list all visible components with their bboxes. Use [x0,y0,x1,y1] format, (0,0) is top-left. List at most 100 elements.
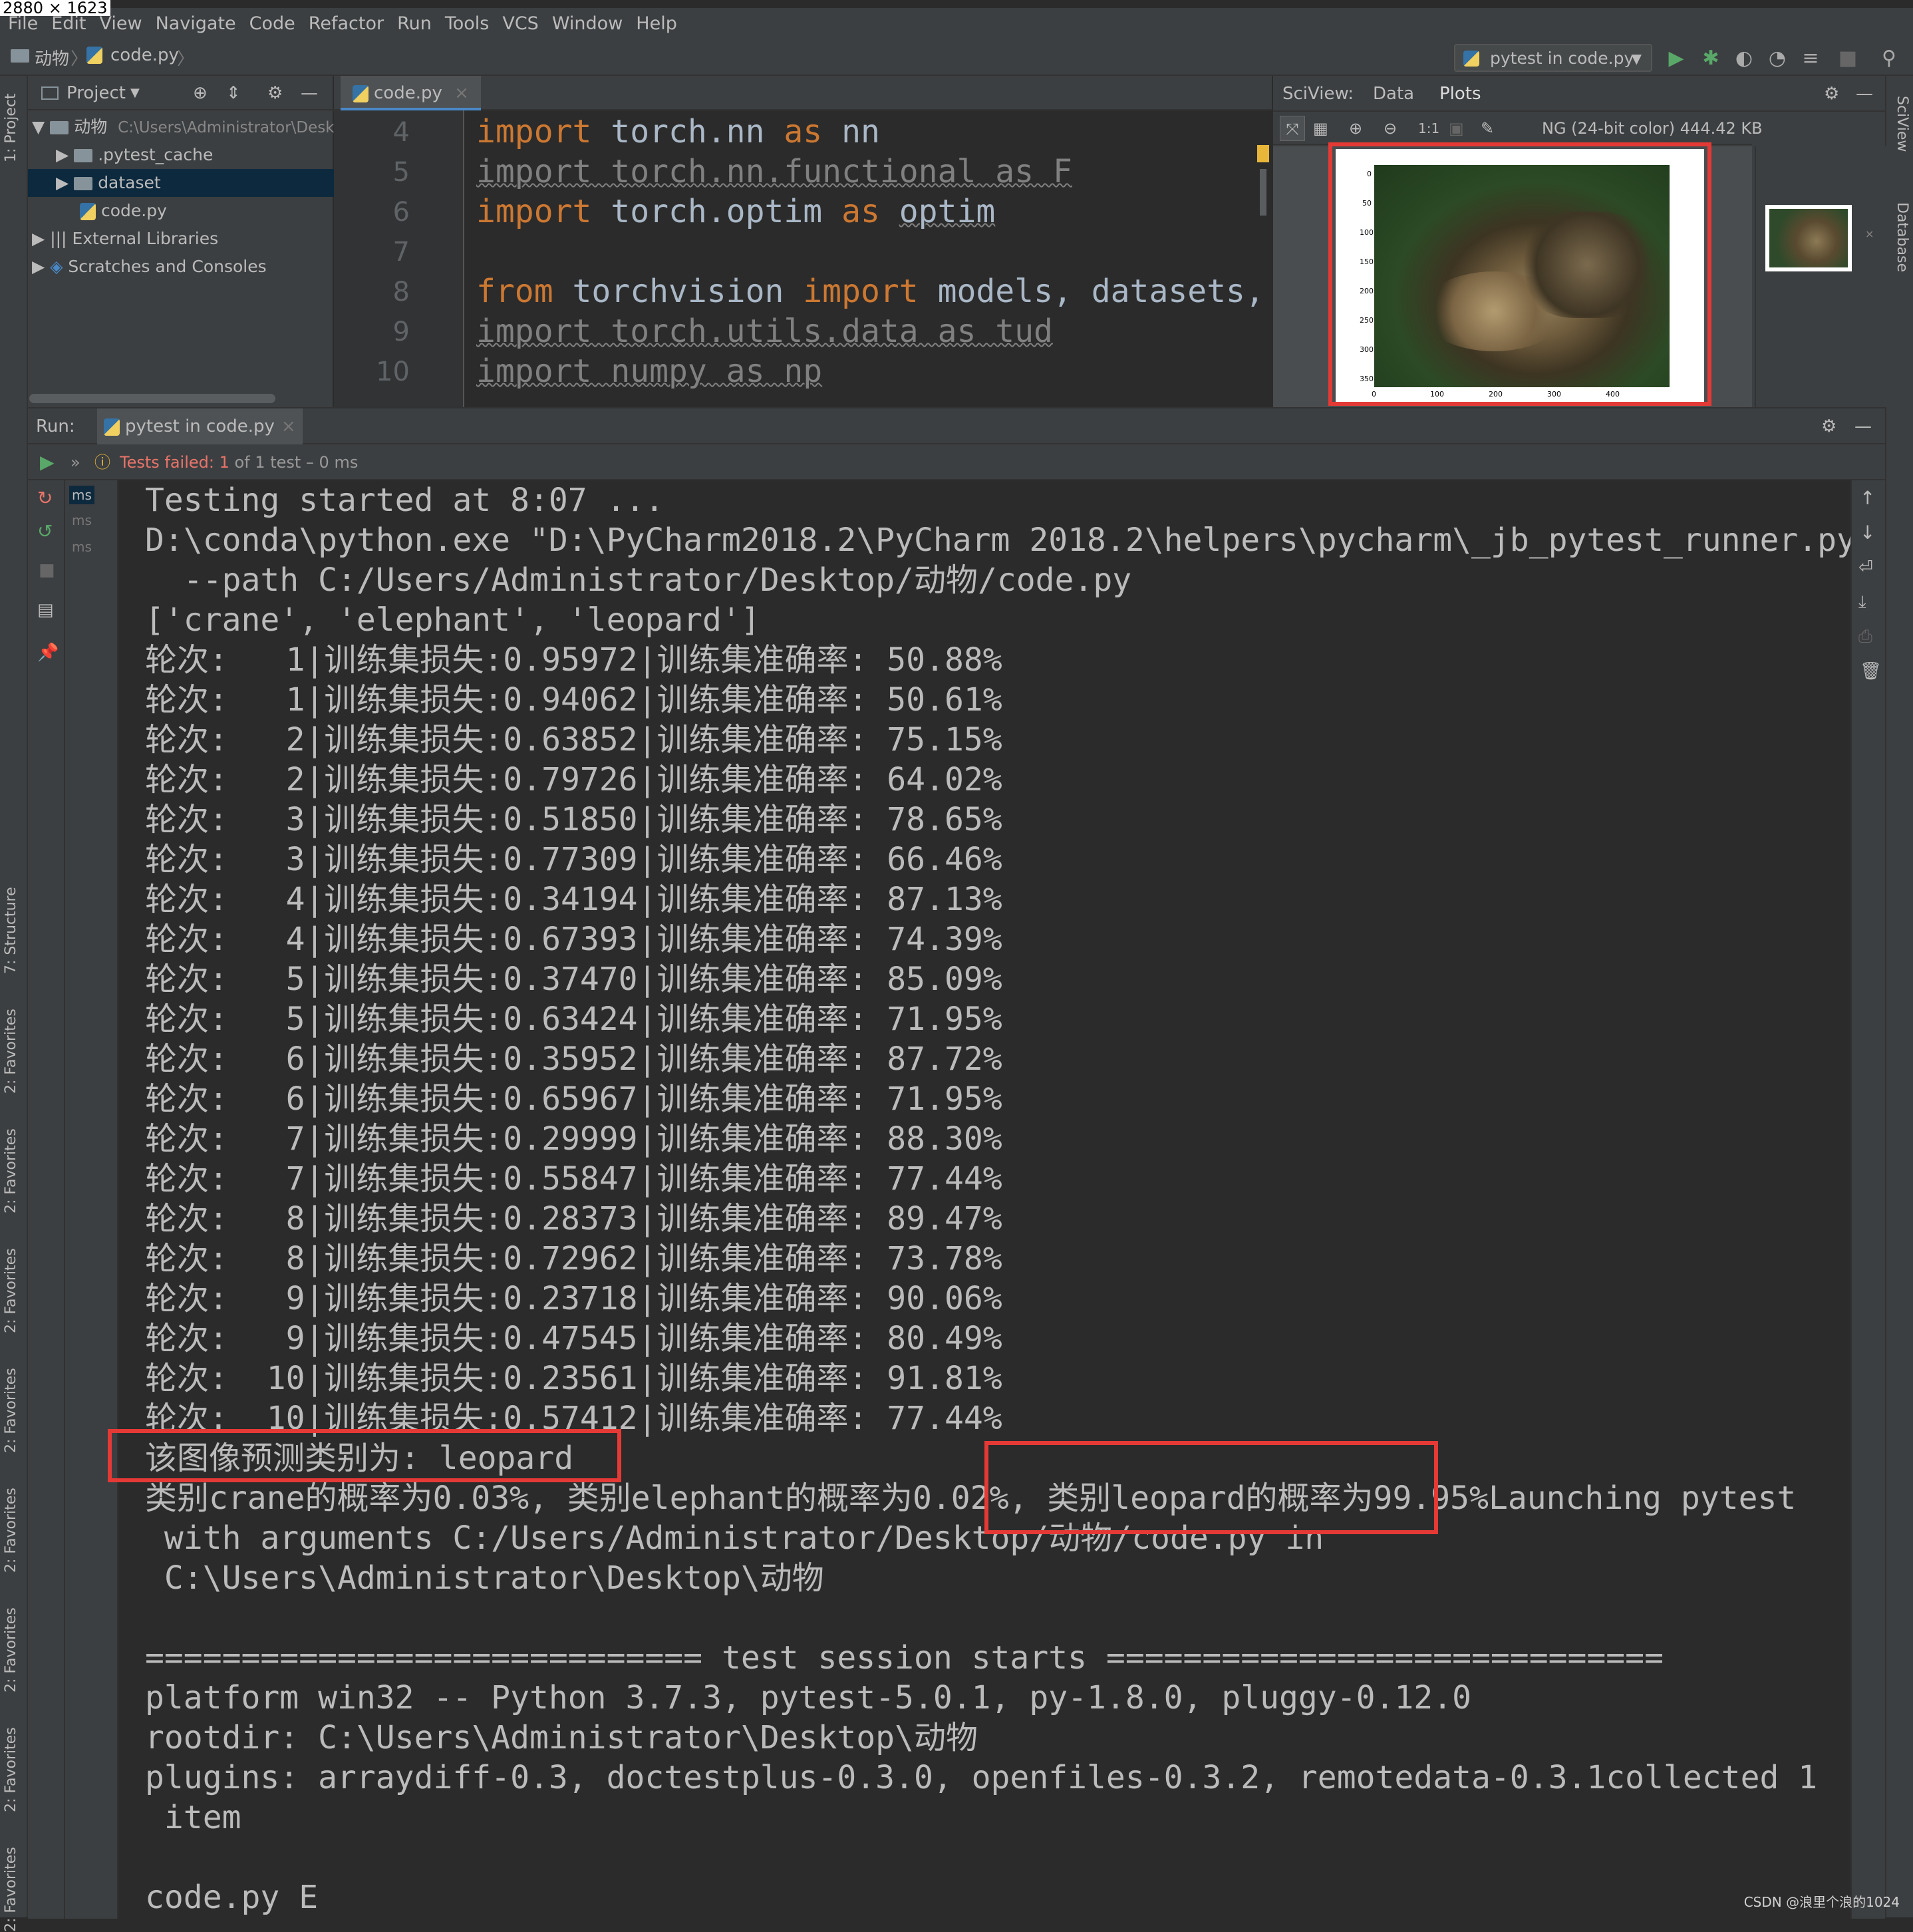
locate-icon[interactable]: ⊕ [193,76,208,110]
tree-item-dataset[interactable]: ▶ dataset [28,169,334,197]
editor-tab-code-py[interactable]: code.py × [341,76,481,110]
run-icon[interactable]: ▶ [1663,45,1690,72]
project-panel: Project ▼ ⊕ ⇕ ⚙ — ▼ 动物 C:\Users\Administ… [28,76,334,407]
tree-item-scratches[interactable]: ▶ ◈ Scratches and Consoles [28,253,334,281]
collapse-all-icon[interactable]: ⇕ [226,76,241,110]
sciview-toolbar: ⤧ ▦ ⊕ ⊖ 1:1 ▣ ✎ NG (24-bit color) 444.42… [1273,112,1763,145]
coverage-icon[interactable]: ◐ [1731,45,1757,72]
close-icon[interactable]: × [1865,228,1874,240]
rerun-icon[interactable]: ▶ [40,444,55,480]
tree-item-external-libraries[interactable]: ▶ ||| External Libraries [28,225,334,253]
minimize-icon[interactable]: — [1856,76,1873,112]
project-tool-button[interactable]: 1: Project [3,93,19,162]
zoom-in-icon[interactable]: ⊕ [1349,112,1362,145]
expand-icon[interactable]: » [71,444,80,480]
menu-vcs[interactable]: VCS [502,13,538,34]
tree-item-root[interactable]: ▼ 动物 C:\Users\Administrator\Desk [28,113,334,141]
breadcrumb-file[interactable]: code.py [110,45,179,65]
tree-item-code-py[interactable]: code.py [28,197,334,225]
favorites-tool-button[interactable]: 2: Favorites [3,1248,19,1333]
trash-icon[interactable]: 🗑 [1860,661,1882,681]
fit-icon[interactable]: ⤧ [1280,116,1305,141]
minimize-icon[interactable]: — [1854,408,1872,444]
chevron-right-icon: ▶ [32,257,51,276]
arrow-down-icon[interactable]: ↓ [1860,522,1875,544]
pin-icon[interactable]: 📌 [37,643,59,663]
run-tab-pytest[interactable]: pytest in code.py × [97,408,303,444]
gear-icon[interactable]: ⚙ [267,76,283,110]
menu-help[interactable]: Help [636,13,677,34]
warning-marker[interactable] [1257,145,1269,162]
toggle-auto-test-icon[interactable]: ↺ [37,520,53,542]
python-file-icon [80,203,96,220]
gear-icon[interactable]: ⚙ [1821,408,1837,444]
console-line: 轮次: 2|训练集损失:0.63852|训练集准确率: 75.15% [145,721,1002,758]
code-line: import torch.nn as nn [476,113,880,150]
debug-icon[interactable]: ✱ [1697,45,1724,72]
tree-item-label: External Libraries [72,229,219,248]
chevron-down-icon[interactable]: ▼ [130,76,140,110]
rerun-failed-icon[interactable]: ↻ [37,487,53,509]
color-picker-icon[interactable]: ✎ [1481,112,1494,145]
search-icon[interactable]: ⚲ [1876,45,1902,72]
plot-thumbnail[interactable] [1765,205,1852,271]
console-line: 轮次: 7|训练集损失:0.55847|训练集准确率: 77.44% [145,1160,1002,1198]
menu-window[interactable]: Window [552,13,623,34]
screen-size-label: 2880 × 1623 [0,0,110,16]
arrow-up-icon[interactable]: ↑ [1860,487,1875,509]
concurrency-icon[interactable]: ≡ [1797,45,1824,72]
menu-run[interactable]: Run [397,13,432,34]
menu-tools[interactable]: Tools [445,13,490,34]
grid-icon[interactable]: ▦ [1313,112,1328,145]
soft-wrap-icon[interactable]: ⏎ [1858,558,1873,577]
close-icon[interactable]: × [281,416,296,436]
run-side-toolbar: ↻ ↺ ■ ▤ 📌 [28,480,65,1919]
breadcrumb-separator-icon: 〉 [71,49,88,69]
chevron-down-icon: ▼ [32,117,51,136]
sciview-header: SciView: Data Plots ⚙ — [1273,76,1886,112]
favorites-tool-button[interactable]: 2: Favorites [3,1128,19,1213]
stop-icon[interactable]: ■ [39,560,55,580]
sciview-tool-button[interactable]: SciView [1894,96,1910,152]
console-line: Testing started at 8:07 ... [145,482,664,519]
tree-item-label: code.py [101,201,167,220]
warning-icon: ⓘ [94,453,110,472]
menu-code[interactable]: Code [249,13,295,34]
horizontal-scrollbar[interactable] [29,394,275,403]
library-icon: ||| [50,229,67,248]
duration-label: ms [72,512,92,528]
favorites-tool-button[interactable]: 2: Favorites [3,1727,19,1812]
gear-icon[interactable]: ⚙ [1824,76,1839,112]
profile-icon[interactable]: ◔ [1764,45,1791,72]
project-view-select[interactable]: Project [67,76,126,110]
database-tool-button[interactable]: Database [1894,202,1910,272]
layout-icon[interactable]: ▤ [37,600,54,620]
tab-data[interactable]: Data [1373,76,1414,112]
run-panel: Run: pytest in code.py × ⚙ — ▶ » ⓘ Tests … [28,407,1885,1919]
console-output[interactable]: Testing started at 8:07 ... D:\conda\pyt… [118,480,1875,1919]
tab-plots[interactable]: Plots [1439,76,1481,112]
actual-size-button[interactable]: 1:1 [1418,112,1439,145]
tree-item-pytest-cache[interactable]: ▶ .pytest_cache [28,141,334,169]
minimize-icon[interactable]: — [301,76,318,110]
chevron-right-icon: ▶ [32,229,51,248]
menu-refactor[interactable]: Refactor [309,13,384,34]
favorites-tool-button[interactable]: 2: Favorites [3,1488,19,1573]
close-icon[interactable]: × [454,83,469,103]
favorites-tool-button[interactable]: 2: Favorites [3,1847,19,1932]
favorites-tool-button[interactable]: 2: Favorites [3,1368,19,1453]
breadcrumb-folder[interactable]: 动物 [35,45,69,70]
vertical-scrollbar[interactable] [1260,169,1266,216]
stop-icon[interactable]: ■ [1835,45,1861,72]
python-file-icon [86,47,102,64]
favorites-tool-button[interactable]: 2: Favorites [3,1009,19,1094]
run-configuration-select[interactable]: pytest in code.py ▼ [1454,44,1652,72]
image-icon[interactable]: ▣ [1449,112,1464,145]
scroll-to-end-icon[interactable]: ⤓ [1858,592,1866,613]
favorites-tool-button[interactable]: 2: Favorites [3,1607,19,1692]
zoom-out-icon[interactable]: ⊖ [1384,112,1397,145]
menu-navigate[interactable]: Navigate [156,13,236,34]
structure-tool-button[interactable]: 7: Structure [3,887,19,974]
code-area[interactable]: import torch.nn as nn import torch.nn.fu… [334,110,1272,407]
print-icon[interactable]: ⎙ [1858,627,1872,647]
